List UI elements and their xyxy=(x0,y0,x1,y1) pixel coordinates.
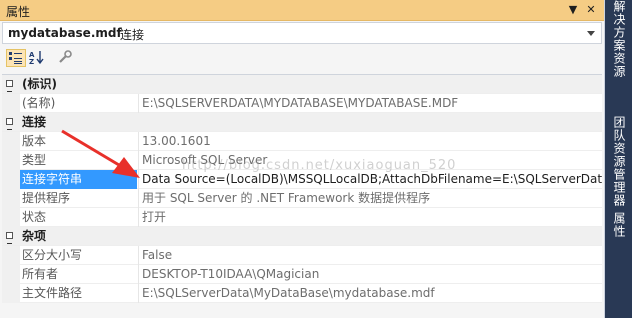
property-value: E:\SQLSERVERDATA\MYDATABASE\MYDATABASE.M… xyxy=(142,96,459,110)
window-position-dropdown-icon[interactable]: ▼ xyxy=(566,3,580,17)
collapse-icon[interactable] xyxy=(6,232,13,244)
category-name: 连接 xyxy=(22,115,47,129)
panel-title-bar[interactable]: 属性 ▼ ✕ xyxy=(0,0,604,21)
property-value: DESKTOP-T10IDAA\QMagician xyxy=(142,267,320,281)
property-name: (名称) xyxy=(22,96,56,110)
category-name: 杂项 xyxy=(22,229,47,243)
property-value: 13.00.1601 xyxy=(142,134,211,148)
property-row[interactable]: 类型 Microsoft SQL Server xyxy=(2,151,602,170)
category-name: (标识) xyxy=(22,77,57,91)
property-name: 类型 xyxy=(22,153,47,167)
property-row[interactable]: 区分大小写 False xyxy=(2,246,602,265)
category-row-connection[interactable]: 连接 xyxy=(2,113,602,132)
property-value: Data Source=(LocalDB)\MSSQLLocalDB;Attac… xyxy=(142,172,602,186)
side-tab-solution-explorer[interactable]: 解决方案资源管理器 xyxy=(609,0,628,88)
properties-toolbar: A Z xyxy=(2,46,602,71)
alphabetical-icon[interactable]: A Z xyxy=(28,49,48,67)
properties-panel: 属性 ▼ ✕ mydatabase.mdf 连接 A Z (标识) (名称) E… xyxy=(0,0,605,318)
property-row[interactable]: 主文件路径 E:\SQLServerData\MyDataBase\mydata… xyxy=(2,284,602,303)
property-name: 提供程序 xyxy=(22,191,71,205)
property-name: 连接字符串 xyxy=(20,170,137,189)
property-value: Microsoft SQL Server xyxy=(142,153,268,167)
category-row-identity[interactable]: (标识) xyxy=(2,75,602,94)
property-name: 版本 xyxy=(22,134,47,148)
collapse-icon[interactable] xyxy=(6,118,13,130)
property-value: E:\SQLServerData\MyDataBase\mydatabase.m… xyxy=(142,286,435,300)
property-name: 主文件路径 xyxy=(22,286,83,300)
property-row[interactable]: 版本 13.00.1601 xyxy=(2,132,602,151)
object-type: 连接 xyxy=(120,28,145,42)
property-row[interactable]: 提供程序 用于 SQL Server 的 .NET Framework 数据提供… xyxy=(2,189,602,208)
chevron-down-icon[interactable] xyxy=(585,27,597,39)
property-value: False xyxy=(142,248,173,262)
object-name: mydatabase.mdf xyxy=(8,26,122,40)
dock-side-tabs: 解决方案资源管理器 团队资源管理器 属性 xyxy=(605,0,632,318)
property-name: 状态 xyxy=(22,210,47,224)
property-name: 所有者 xyxy=(22,267,59,281)
panel-title: 属性 xyxy=(6,5,31,19)
property-pages-icon[interactable] xyxy=(56,49,76,67)
side-tab-team-explorer[interactable]: 团队资源管理器 xyxy=(609,116,628,212)
side-tab-properties[interactable]: 属性 xyxy=(609,212,628,248)
property-row[interactable]: (名称) E:\SQLSERVERDATA\MYDATABASE\MYDATAB… xyxy=(2,94,602,113)
category-row-misc[interactable]: 杂项 xyxy=(2,227,602,246)
object-selector[interactable]: mydatabase.mdf 连接 xyxy=(2,22,602,44)
close-icon[interactable]: ✕ xyxy=(584,3,598,17)
property-row[interactable]: 状态 打开 xyxy=(2,208,602,227)
property-value: 用于 SQL Server 的 .NET Framework 数据提供程序 xyxy=(142,191,431,205)
collapse-icon[interactable] xyxy=(6,80,13,92)
svg-text:Z: Z xyxy=(29,58,34,65)
property-row[interactable]: 所有者 DESKTOP-T10IDAA\QMagician xyxy=(2,265,602,284)
property-row-selected[interactable]: 连接字符串 Data Source=(LocalDB)\MSSQLLocalDB… xyxy=(2,170,602,189)
property-value: 打开 xyxy=(142,210,167,224)
property-grid: (标识) (名称) E:\SQLSERVERDATA\MYDATABASE\MY… xyxy=(2,74,602,303)
property-name: 区分大小写 xyxy=(22,248,83,262)
categorized-icon[interactable] xyxy=(6,49,26,67)
